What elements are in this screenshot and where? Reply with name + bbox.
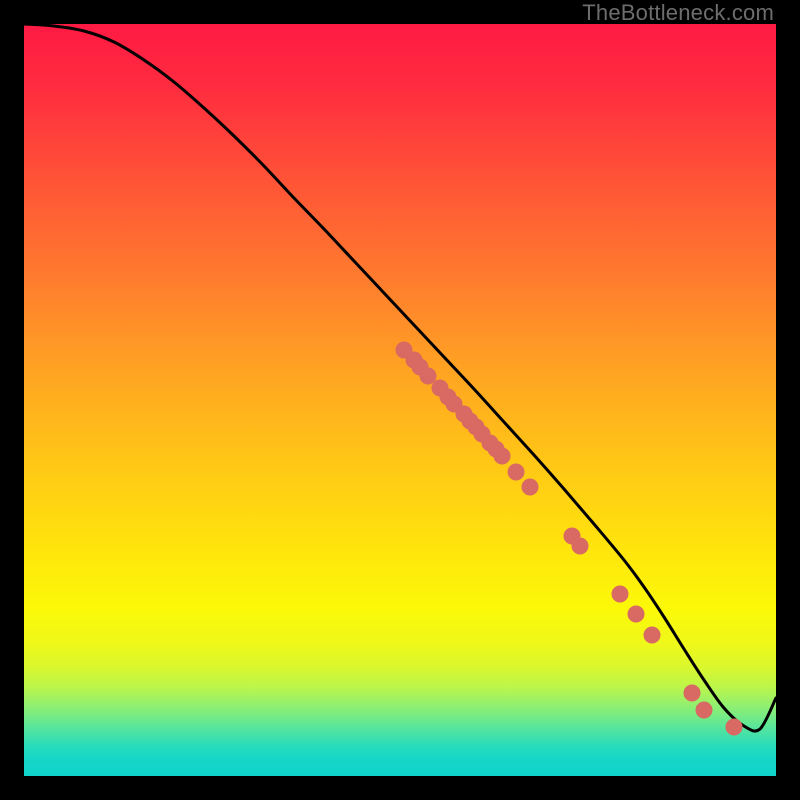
- data-point: [644, 627, 660, 643]
- data-point: [522, 479, 538, 495]
- data-point: [628, 606, 644, 622]
- points-layer: [24, 24, 776, 776]
- data-point: [508, 464, 524, 480]
- data-point: [420, 368, 436, 384]
- watermark-text: TheBottleneck.com: [582, 0, 774, 26]
- chart-frame: TheBottleneck.com: [0, 0, 800, 800]
- data-point: [612, 586, 628, 602]
- data-point: [572, 538, 588, 554]
- data-point: [726, 719, 742, 735]
- data-point: [494, 448, 510, 464]
- plot-area: [24, 24, 776, 776]
- data-point: [696, 702, 712, 718]
- data-point: [684, 685, 700, 701]
